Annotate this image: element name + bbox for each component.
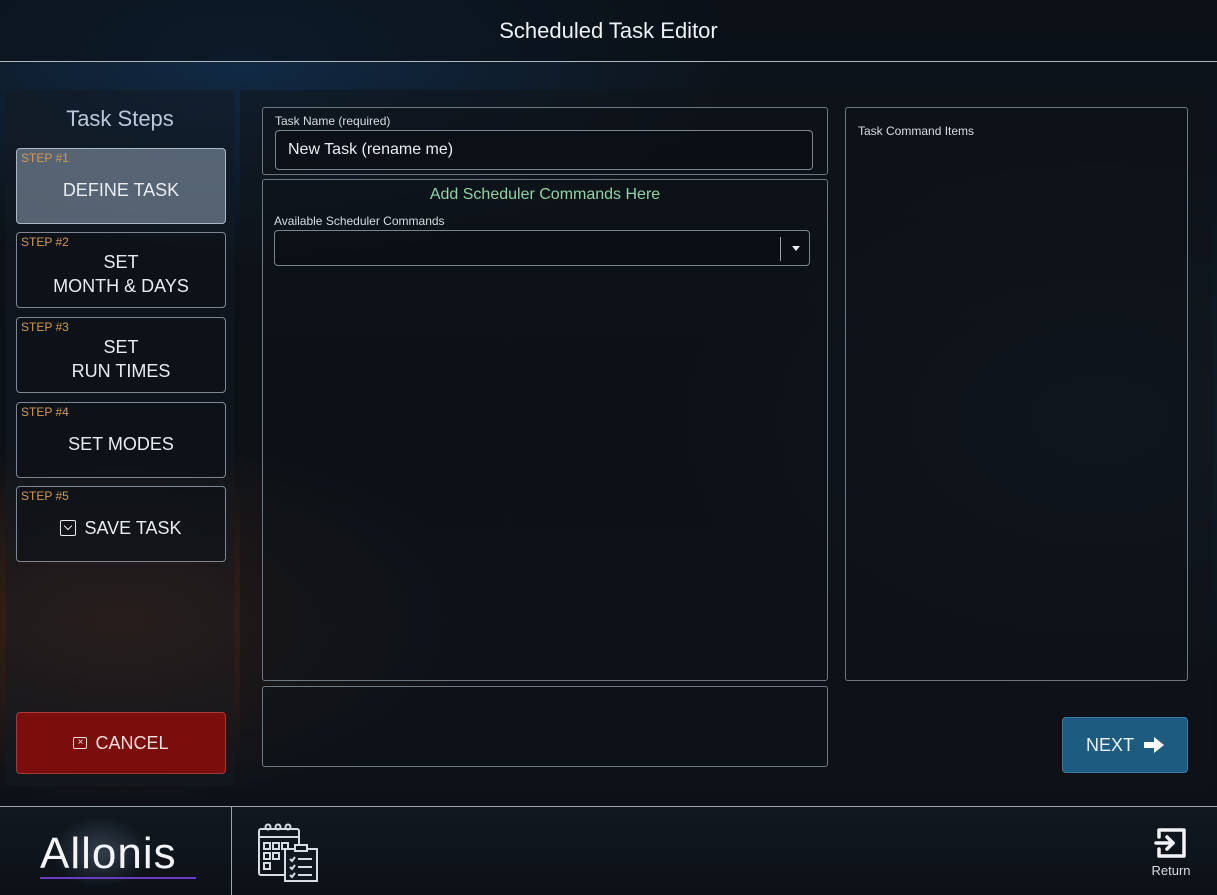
save-icon [60,520,77,536]
step-label-line2: MONTH & DAYS [53,276,189,296]
step-label: DEFINE TASK [62,180,180,200]
message-box [262,686,828,767]
task-steps-title: Task Steps [66,106,174,131]
scheduler-commands-box: Add Scheduler Commands Here Available Sc… [262,179,828,681]
commands-title: Add Scheduler Commands Here [429,186,661,203]
return-button[interactable]: Return [1143,825,1199,887]
task-name-input[interactable]: New Task (rename me) [275,130,813,170]
logo-cell[interactable]: Allonis [0,807,232,895]
next-label: NEXT [1085,734,1134,755]
exit-icon [1154,828,1186,858]
step-label-line1: SET [103,252,139,272]
close-icon: × [73,737,88,749]
available-commands-select[interactable] [274,230,810,266]
select-divider [780,237,781,261]
return-label: Return [1151,863,1191,878]
step-define-task[interactable]: STEP #1 DEFINE TASK [16,148,226,224]
logo: Allonis [40,829,177,878]
page-title: Scheduled Task Editor [499,17,718,43]
step-save-task[interactable]: STEP #5 SAVE TASK [16,486,226,562]
task-name-label: Task Name (required) [275,114,391,128]
scheduler-calendar-icon[interactable] [240,817,330,887]
logo-underline [40,877,196,879]
cancel-label: CANCEL [95,732,169,753]
arrow-right-icon [1144,737,1164,753]
task-steps-panel: Task Steps STEP #1 DEFINE TASK STEP #2 S… [6,90,234,786]
main-area: Task Name (required) New Task (rename me… [240,90,1213,786]
next-button[interactable]: NEXT [1062,717,1188,773]
step-set-run-times[interactable]: STEP #3 SET RUN TIMES [16,317,226,393]
step-label: SET MODES [68,434,174,454]
footer-bar: Allonis Return [0,806,1217,895]
task-name-box: Task Name (required) New Task (rename me… [262,107,828,175]
title-bar: Scheduled Task Editor [0,0,1217,62]
task-command-items-label: Task Command Items [858,124,975,138]
chevron-down-icon [792,246,800,251]
step-label: SAVE TASK [84,518,182,538]
editor-content: Task Steps STEP #1 DEFINE TASK STEP #2 S… [6,88,1213,786]
available-commands-label: Available Scheduler Commands [274,214,445,228]
cancel-button[interactable]: × CANCEL [16,712,226,774]
step-set-month-days[interactable]: STEP #2 SET MONTH & DAYS [16,232,226,308]
step-set-modes[interactable]: STEP #4 SET MODES [16,402,226,478]
step-label-line2: RUN TIMES [71,361,171,381]
step-label-line1: SET [103,337,139,357]
task-command-items-box: Task Command Items [845,107,1188,681]
